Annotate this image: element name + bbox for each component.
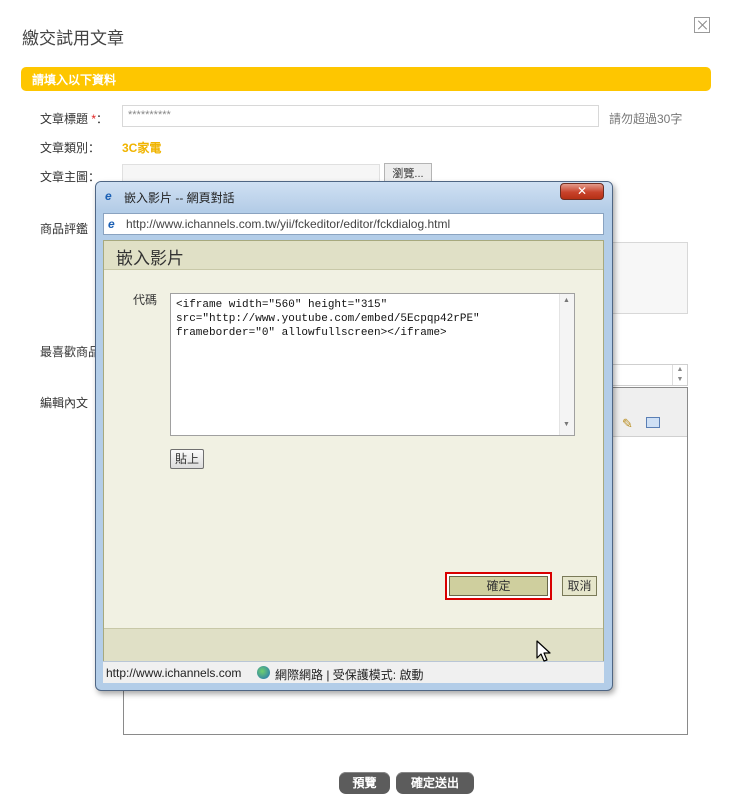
address-url: http://www.ichannels.com.tw/yii/fckedito…: [126, 217, 451, 231]
dialog-header-title: 嵌入影片: [116, 249, 184, 268]
code-textarea[interactable]: <iframe width="560" height="315" src="ht…: [170, 293, 575, 436]
category-label: 文章類別：: [40, 141, 101, 155]
globe-icon: [257, 666, 270, 679]
embed-video-dialog-window: e 嵌入影片 -- 網頁對話 ✕ e http://www.ichannels.…: [95, 181, 613, 691]
article-title-value: **********: [128, 109, 171, 121]
review-label: 商品評鑑: [40, 222, 89, 236]
code-label: 代碼: [133, 293, 158, 307]
review-box[interactable]: [612, 242, 688, 314]
scroll-up-icon[interactable]: ▲: [563, 297, 570, 304]
dialog-header: 嵌入影片: [104, 241, 603, 270]
spinner-arrows-icon[interactable]: ▲ ▼: [672, 365, 687, 385]
instruction-bar: 請填入以下資料: [21, 67, 711, 91]
status-zone: 網際網路 | 受保護模式: 啟動: [275, 668, 424, 682]
status-url: http://www.ichannels.com: [106, 666, 242, 680]
cancel-button[interactable]: 取消: [562, 576, 597, 596]
dialog-close-button[interactable]: ✕: [560, 183, 604, 200]
article-title-label: 文章標題 *：: [40, 112, 109, 126]
paste-button[interactable]: 貼上: [170, 449, 204, 469]
dialog-titlebar: e 嵌入影片 -- 網頁對話 ✕: [96, 182, 612, 210]
ie-page-icon: e: [108, 217, 115, 231]
code-scrollbar[interactable]: ▲ ▼: [559, 294, 574, 435]
content-label: 編輯內文: [40, 396, 89, 410]
address-bar: e http://www.ichannels.com.tw/yii/fckedi…: [103, 213, 604, 235]
close-icon[interactable]: [694, 17, 710, 33]
favorite-select[interactable]: ▲ ▼: [612, 364, 688, 386]
status-bar: http://www.ichannels.com 網際網路 | 受保護模式: 啟…: [103, 661, 604, 683]
submit-button[interactable]: 確定送出: [396, 772, 474, 794]
favorite-label: 最喜歡商品: [40, 345, 101, 359]
ok-button[interactable]: 確定: [449, 576, 548, 596]
article-title-hint: 請勿超過30字: [609, 112, 683, 126]
dialog-window-title: 嵌入影片 -- 網頁對話: [124, 191, 235, 205]
mouse-cursor-icon: [536, 640, 551, 662]
ie-icon: e: [105, 189, 112, 203]
scroll-down-icon[interactable]: ▼: [563, 421, 570, 428]
article-title-input[interactable]: **********: [122, 105, 599, 127]
page-title: 繳交試用文章: [22, 29, 124, 48]
code-text: <iframe width="560" height="315" src="ht…: [176, 299, 480, 339]
category-value: 3C家電: [122, 141, 162, 155]
instruction-bar-text: 請填入以下資料: [32, 73, 117, 87]
brush-icon[interactable]: ✎: [622, 416, 633, 432]
window-icon[interactable]: [646, 417, 660, 428]
dialog-body: 嵌入影片 代碼 <iframe width="560" height="315"…: [103, 240, 604, 669]
preview-button[interactable]: 預覽: [339, 772, 390, 794]
main-image-label: 文章主圖：: [40, 170, 101, 184]
